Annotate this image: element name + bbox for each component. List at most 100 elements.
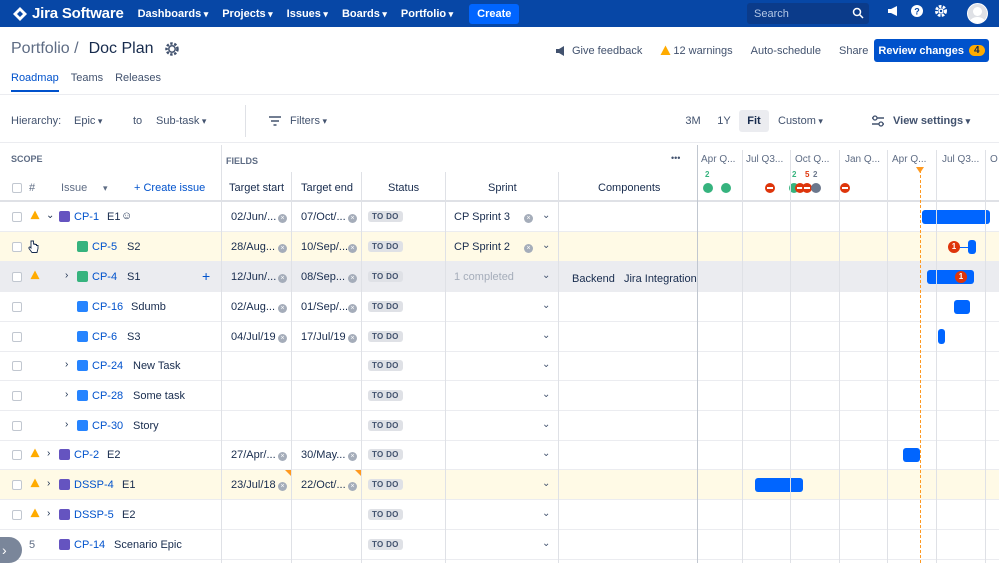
- expand-chevron-icon[interactable]: ›: [47, 478, 50, 489]
- help-icon[interactable]: ?: [910, 4, 924, 18]
- target-end-value[interactable]: 30/May...: [301, 449, 345, 461]
- zoom-3m-button[interactable]: 3M: [680, 110, 706, 132]
- expand-chevron-icon[interactable]: ›: [47, 508, 50, 519]
- zoom-fit-button[interactable]: Fit: [739, 110, 769, 132]
- issue-key[interactable]: CP-24: [92, 360, 123, 372]
- view-settings-button[interactable]: View settings: [893, 115, 970, 127]
- table-row[interactable]: CP-5 S2 28/Aug... × 10/Sep/... × TO DO C…: [0, 232, 999, 262]
- sprint-dropdown-chevron-icon[interactable]: ⌄: [542, 330, 550, 341]
- row-checkbox[interactable]: [12, 272, 22, 282]
- timeline-bar[interactable]: [922, 210, 990, 224]
- collapse-chevron-icon[interactable]: ⌄: [46, 210, 54, 221]
- target-end-value[interactable]: 22/Oct/...: [301, 479, 346, 491]
- issue-key[interactable]: CP-14: [74, 539, 105, 551]
- status-badge[interactable]: TO DO: [368, 539, 403, 550]
- target-start-value[interactable]: 27/Apr/...: [231, 449, 276, 461]
- issue-key[interactable]: CP-1: [74, 211, 99, 223]
- sprint-dropdown-chevron-icon[interactable]: ⌄: [542, 359, 550, 370]
- target-start-value[interactable]: 04/Jul/19: [231, 331, 276, 343]
- sprint-dropdown-chevron-icon[interactable]: ⌄: [542, 210, 550, 221]
- status-badge[interactable]: TO DO: [368, 301, 403, 312]
- sprint-dropdown-chevron-icon[interactable]: ⌄: [542, 448, 550, 459]
- sprint-value[interactable]: CP Sprint 2: [454, 241, 510, 253]
- create-issue-button[interactable]: + Create issue: [134, 182, 205, 194]
- issue-sort-chevron-icon[interactable]: ▾: [103, 183, 108, 194]
- zoom-custom-select[interactable]: Custom: [778, 115, 823, 127]
- release-overdue-marker[interactable]: [765, 183, 775, 193]
- nav-portfolio[interactable]: Portfolio: [401, 8, 453, 20]
- create-button[interactable]: Create: [469, 3, 520, 24]
- timeline-bar[interactable]: [938, 329, 945, 344]
- sprint-dropdown-chevron-icon[interactable]: ⌄: [542, 538, 550, 549]
- clear-end-icon[interactable]: ×: [348, 452, 357, 461]
- settings-gear-icon[interactable]: [934, 4, 948, 18]
- status-badge[interactable]: TO DO: [368, 420, 403, 431]
- tab-releases[interactable]: Releases: [115, 72, 161, 92]
- hierarchy-from-select[interactable]: Epic: [74, 115, 102, 127]
- hierarchy-to-select[interactable]: Sub-task: [156, 115, 206, 127]
- give-feedback-button[interactable]: Give feedback: [555, 45, 642, 57]
- expand-chevron-icon[interactable]: ›: [65, 359, 68, 370]
- sprint-dropdown-chevron-icon[interactable]: ⌄: [542, 240, 550, 251]
- nav-dashboards[interactable]: Dashboards: [138, 8, 209, 20]
- warning-icon[interactable]: [30, 448, 40, 458]
- row-checkbox[interactable]: [12, 332, 22, 342]
- select-all-checkbox[interactable]: [12, 183, 22, 193]
- target-end-value[interactable]: 08/Sep...: [301, 271, 345, 283]
- timeline-bar[interactable]: [903, 448, 920, 462]
- table-row[interactable]: CP-6 S3 04/Jul/19 × 17/Jul/19 × TO DO ⌄: [0, 322, 999, 352]
- breadcrumb-portfolio[interactable]: Portfolio /: [11, 40, 79, 58]
- table-row[interactable]: › CP-24 New Task TO DO ⌄: [0, 351, 999, 381]
- nav-boards[interactable]: Boards: [342, 8, 387, 20]
- fields-more-button[interactable]: •••: [671, 153, 680, 163]
- jira-logo[interactable]: Jira Software: [13, 5, 124, 22]
- clear-end-icon[interactable]: ×: [348, 482, 357, 491]
- table-row[interactable]: › DSSP-5 E2 TO DO ⌄: [0, 500, 999, 530]
- clear-sprint-icon[interactable]: ×: [524, 214, 533, 223]
- sprint-dropdown-chevron-icon[interactable]: ⌄: [542, 389, 550, 400]
- filters-button[interactable]: Filters: [290, 115, 327, 127]
- target-end-value[interactable]: 07/Oct/...: [301, 211, 346, 223]
- components-value[interactable]: Backend Jira Integration: [572, 273, 697, 285]
- timeline-bar[interactable]: [954, 300, 970, 314]
- row-checkbox[interactable]: [12, 421, 22, 431]
- status-badge[interactable]: TO DO: [368, 211, 403, 222]
- release-unreleased-marker[interactable]: [811, 183, 821, 193]
- clear-start-icon[interactable]: ×: [278, 452, 287, 461]
- clear-start-icon[interactable]: ×: [278, 334, 287, 343]
- clear-end-icon[interactable]: ×: [348, 274, 357, 283]
- row-checkbox[interactable]: [12, 510, 22, 520]
- table-row[interactable]: CP-16 Sdumb 02/Aug... × 01/Sep/... × TO …: [0, 292, 999, 322]
- clear-end-icon[interactable]: ×: [348, 214, 357, 223]
- expand-chevron-icon[interactable]: ›: [65, 419, 68, 430]
- megaphone-icon[interactable]: [886, 4, 900, 18]
- status-badge[interactable]: TO DO: [368, 271, 403, 282]
- status-badge[interactable]: TO DO: [368, 331, 403, 342]
- warning-icon[interactable]: [30, 210, 40, 220]
- table-row[interactable]: 5 CP-14 Scenario Epic TO DO ⌄: [0, 530, 999, 560]
- sprint-value[interactable]: CP Sprint 3: [454, 211, 510, 223]
- warning-count-badge[interactable]: 1: [955, 271, 967, 283]
- status-badge[interactable]: TO DO: [368, 390, 403, 401]
- clear-end-icon[interactable]: ×: [348, 244, 357, 253]
- nav-projects[interactable]: Projects: [222, 8, 272, 20]
- table-row[interactable]: ⌄ CP-1 E1 ☺ 02/Jun/... × 07/Oct/... × TO…: [0, 202, 999, 232]
- warning-icon[interactable]: [30, 270, 40, 280]
- sprint-dropdown-chevron-icon[interactable]: ⌄: [542, 270, 550, 281]
- user-avatar[interactable]: [967, 3, 988, 24]
- clear-start-icon[interactable]: ×: [278, 274, 287, 283]
- share-button[interactable]: Share: [839, 45, 868, 57]
- expand-chevron-icon[interactable]: ›: [47, 448, 50, 459]
- release-released-marker[interactable]: [721, 183, 731, 193]
- warning-icon[interactable]: [30, 508, 40, 518]
- target-start-value[interactable]: 02/Aug...: [231, 301, 275, 313]
- row-checkbox[interactable]: [12, 450, 22, 460]
- sprint-dropdown-chevron-icon[interactable]: ⌄: [542, 478, 550, 489]
- table-row[interactable]: › CP-2 E2 27/Apr/... × 30/May... × TO DO…: [0, 440, 999, 470]
- clear-end-icon[interactable]: ×: [348, 304, 357, 313]
- clear-start-icon[interactable]: ×: [278, 304, 287, 313]
- issue-key[interactable]: DSSP-4: [74, 479, 114, 491]
- auto-schedule-button[interactable]: Auto-schedule: [751, 45, 821, 57]
- sprint-dropdown-chevron-icon[interactable]: ⌄: [542, 300, 550, 311]
- clear-start-icon[interactable]: ×: [278, 482, 287, 491]
